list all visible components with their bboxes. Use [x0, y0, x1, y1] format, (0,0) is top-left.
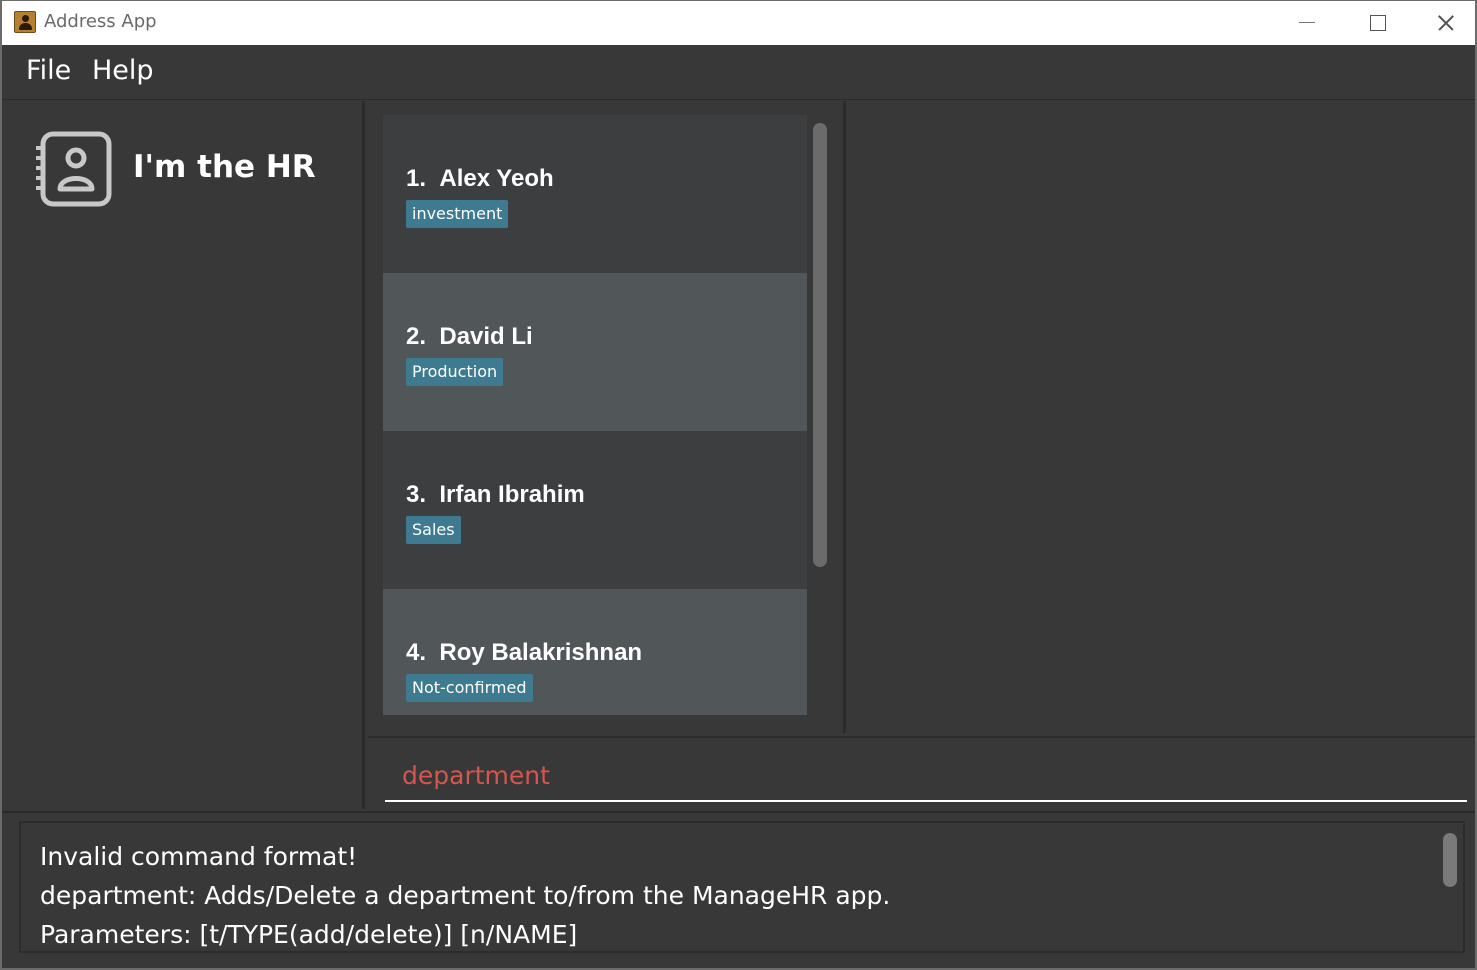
person-name: 4. Roy Balakrishnan — [406, 639, 643, 666]
menu-file[interactable]: File — [26, 55, 71, 86]
list-scrollbar[interactable] — [813, 123, 827, 567]
app-window: Address App File Help I'm the HR 1. Alex… — [0, 0, 1477, 970]
department-tag: Not-confirmed — [406, 674, 533, 702]
title-bar: Address App — [2, 1, 1475, 45]
result-scrollbar[interactable] — [1443, 833, 1457, 887]
result-area: Invalid command format! department: Adds… — [2, 811, 1475, 968]
sidebar: I'm the HR — [2, 101, 365, 809]
menu-help[interactable]: Help — [92, 55, 154, 86]
result-line: Parameters: [t/TYPE(add/delete)] [n/NAME… — [40, 920, 578, 949]
menu-bar: File Help — [2, 45, 1475, 100]
window-title: Address App — [44, 11, 157, 32]
command-input[interactable] — [385, 750, 1467, 802]
result-display[interactable]: Invalid command format! department: Adds… — [19, 821, 1465, 953]
person-card[interactable]: 1. Alex Yeoh investment — [383, 115, 807, 273]
maximize-button[interactable] — [1342, 1, 1412, 45]
person-card[interactable]: 4. Roy Balakrishnan Not-confirmed — [383, 589, 807, 715]
result-line: Invalid command format! — [40, 842, 358, 871]
department-tag: Sales — [406, 516, 461, 544]
person-card[interactable]: 3. Irfan Ibrahim Sales — [383, 431, 807, 589]
command-area — [368, 736, 1475, 809]
person-list-panel: 1. Alex Yeoh investment 2. David Li Prod… — [368, 101, 846, 733]
detail-panel — [849, 101, 1475, 733]
minimize-button[interactable] — [1272, 1, 1342, 45]
address-book-icon — [14, 11, 36, 33]
contact-book-icon — [36, 131, 112, 207]
department-tag: investment — [406, 200, 509, 228]
person-list[interactable]: 1. Alex Yeoh investment 2. David Li Prod… — [383, 115, 807, 715]
person-name: 3. Irfan Ibrahim — [406, 481, 585, 508]
person-card[interactable]: 2. David Li Production — [383, 273, 807, 431]
department-tag: Production — [406, 358, 504, 386]
person-name: 1. Alex Yeoh — [406, 165, 554, 192]
person-name: 2. David Li — [406, 323, 533, 350]
result-line: department: Adds/Delete a department to/… — [40, 881, 891, 910]
app-heading: I'm the HR — [133, 149, 316, 185]
close-button[interactable] — [1412, 1, 1475, 45]
